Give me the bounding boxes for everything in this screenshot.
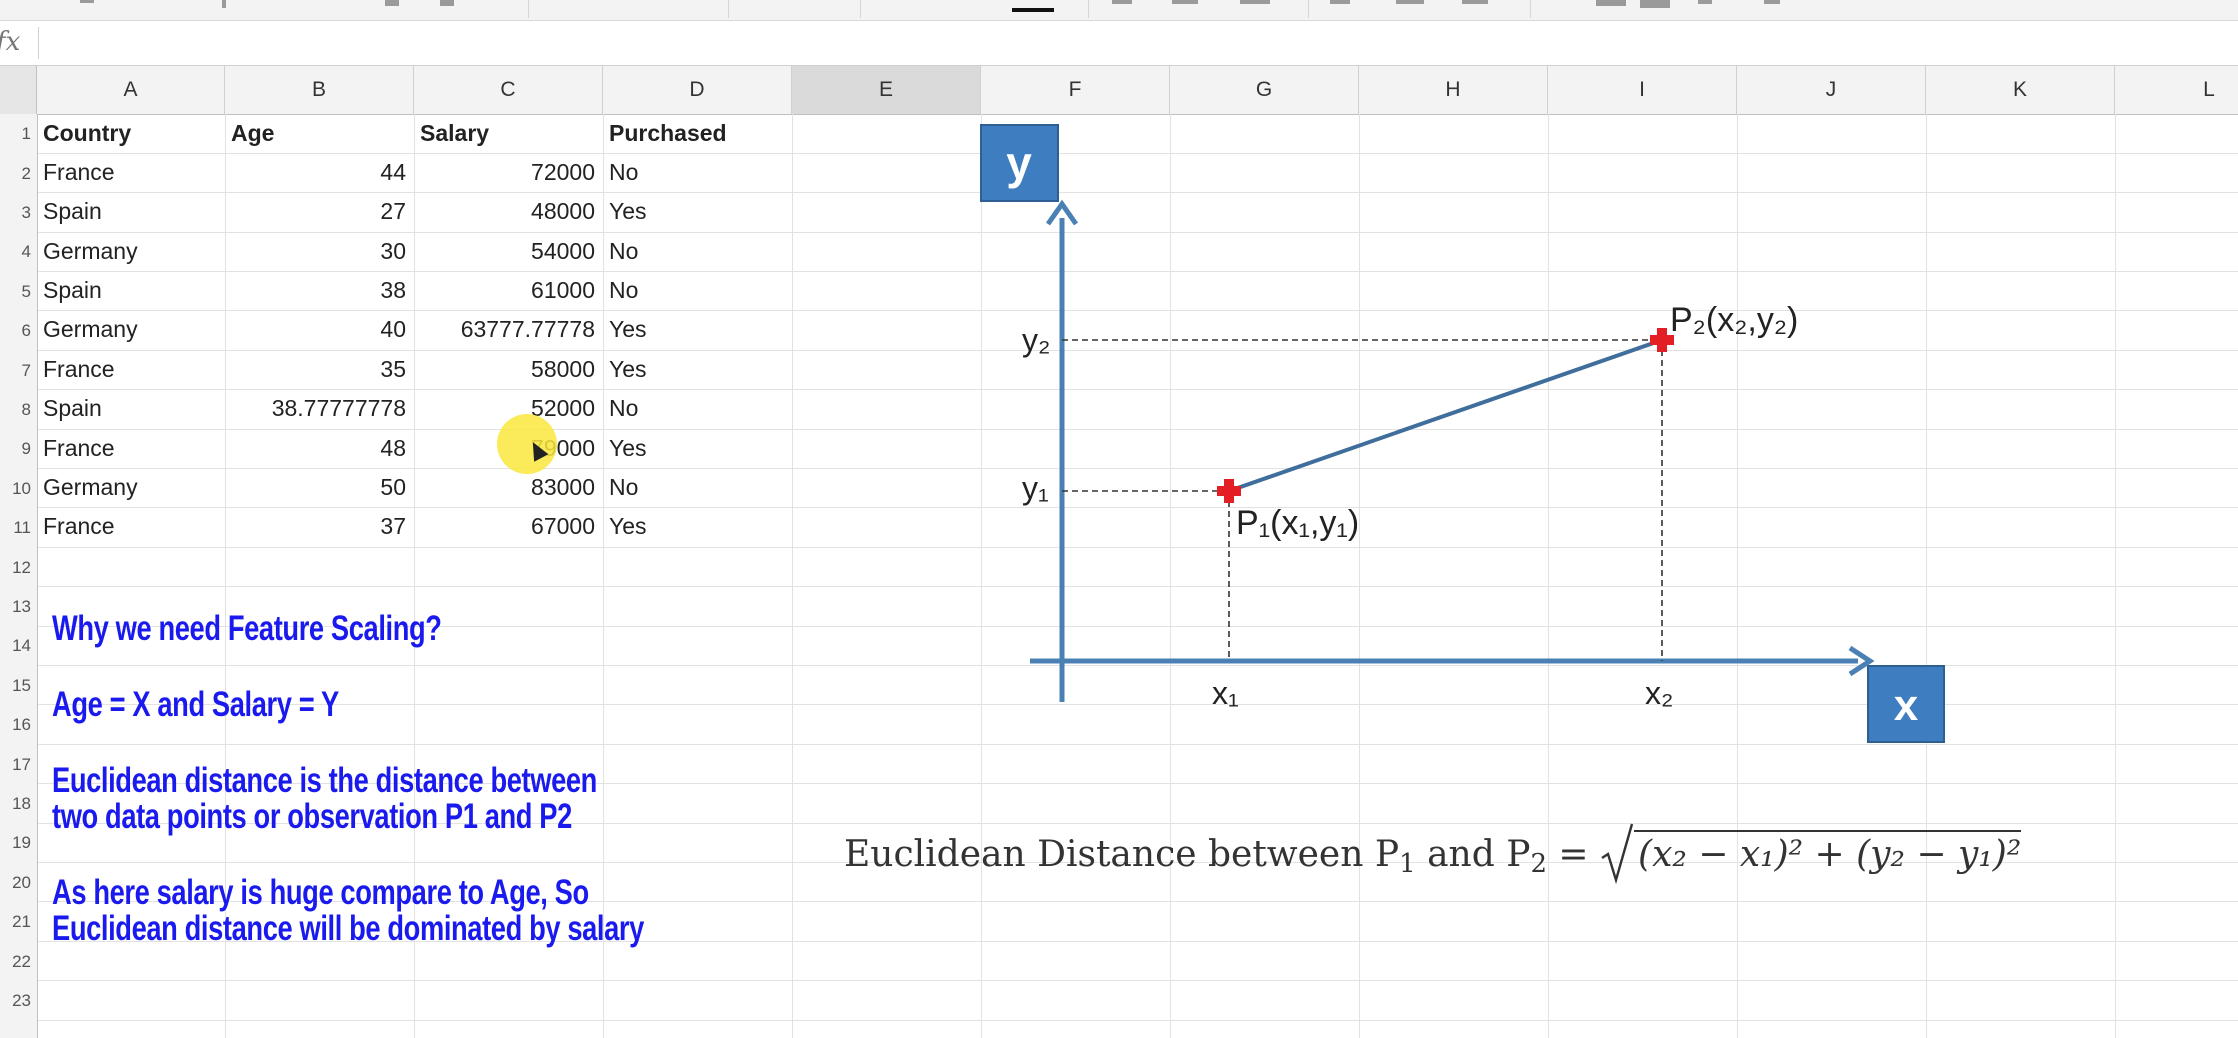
point-p1-marker xyxy=(1217,479,1241,503)
formula-and: and P xyxy=(1415,834,1531,875)
y-axis-label: y xyxy=(1006,137,1032,189)
formula-p1-subscript: 1 xyxy=(1399,849,1416,879)
x-axis-label: x xyxy=(1894,681,1919,730)
distance-line xyxy=(1228,338,1663,493)
euclidean-distance-diagram: y x y₂ y₁ x₁ x₂ P₂(x₂,y₂) P₁(x₁,y₁) xyxy=(980,124,1945,743)
x1-tick-label: x₁ xyxy=(1212,675,1239,711)
p1-label: P₁(x₁,y₁) xyxy=(1236,504,1359,542)
radical-sign-icon xyxy=(1601,823,1634,884)
formula-equals: = xyxy=(1546,834,1601,875)
euclidean-distance-formula: Euclidean Distance between P1 and P2 = (… xyxy=(844,823,2022,884)
y1-tick-label: y₁ xyxy=(1022,470,1049,506)
formula-prefix: Euclidean Distance between P xyxy=(844,834,1400,875)
formula-radicand: (x₂ − x₁)² + (y₂ − y₁)² xyxy=(1634,830,2022,875)
p2-label: P₂(x₂,y₂) xyxy=(1670,301,1798,339)
formula-p2-subscript: 2 xyxy=(1530,849,1547,879)
square-root: (x₂ − x₁)² + (y₂ − y₁)² xyxy=(1600,823,2022,884)
x2-tick-label: x₂ xyxy=(1645,675,1673,711)
y2-tick-label: y₂ xyxy=(1022,322,1050,358)
